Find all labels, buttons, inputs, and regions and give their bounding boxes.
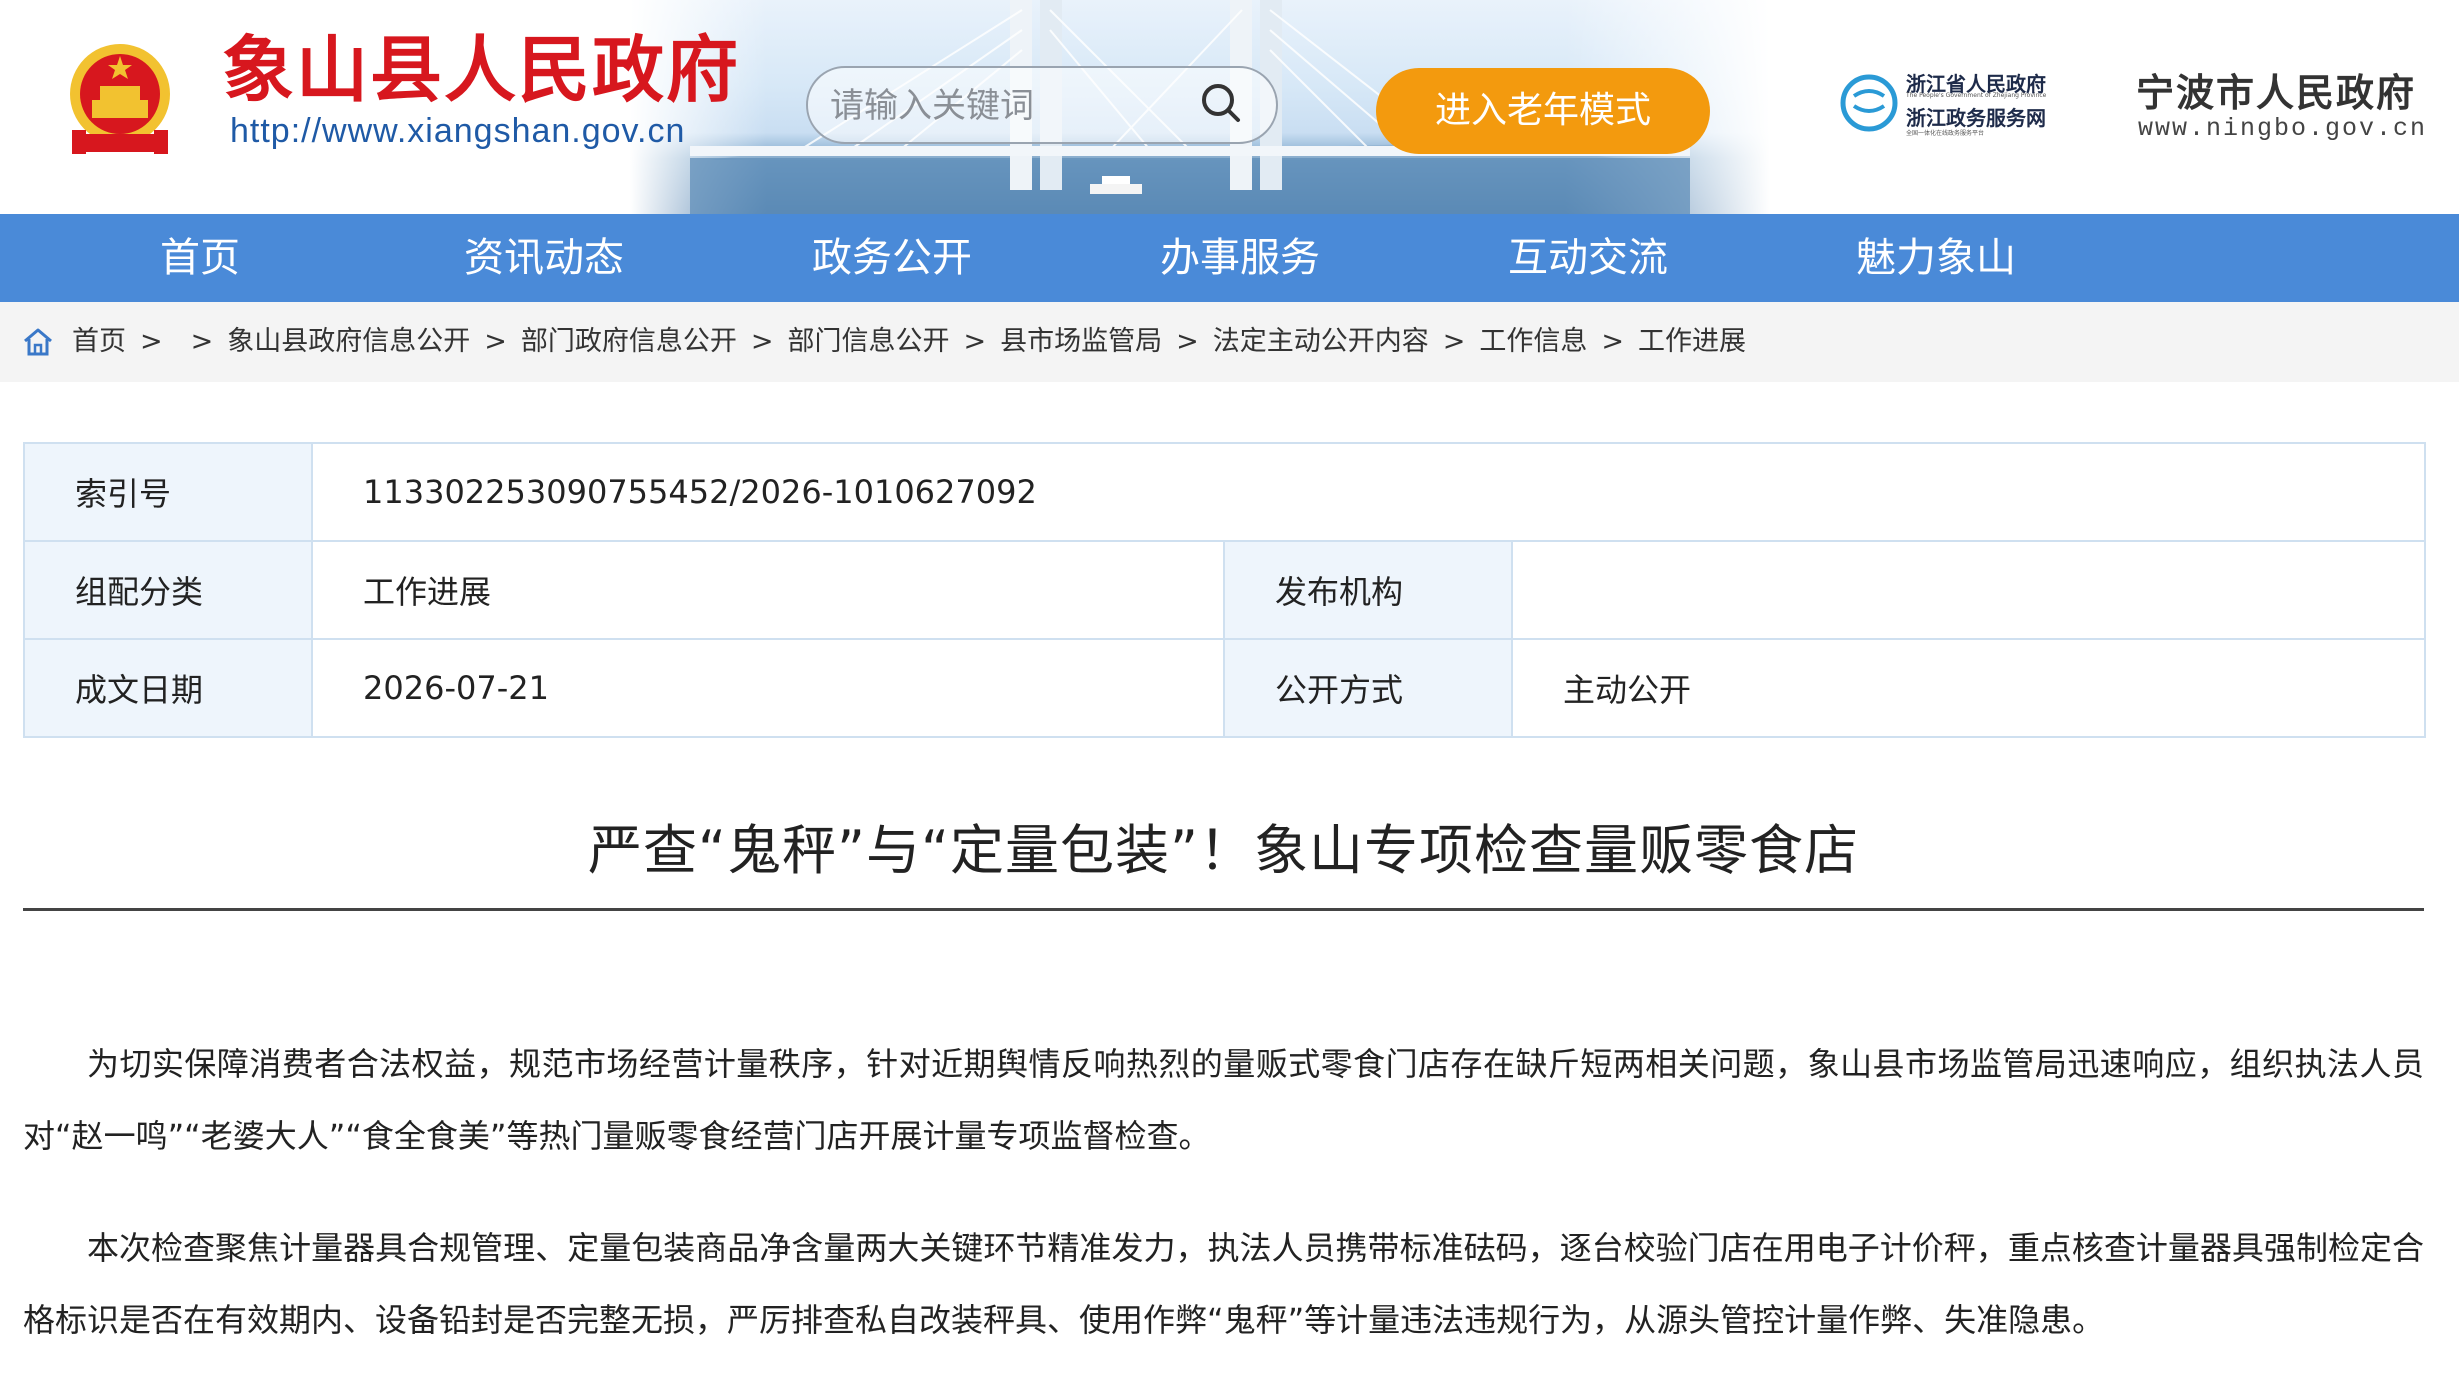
- disclosure-method-value: 主动公开: [1510, 638, 2427, 738]
- search-input[interactable]: [828, 78, 1192, 134]
- title-divider: [23, 908, 2424, 911]
- zhejiang-service-sub: 全国一体化在线政务服务平台: [1906, 130, 1985, 137]
- site-name[interactable]: 象山县人民政府: [222, 30, 740, 110]
- index-number-label: 索引号: [23, 442, 313, 542]
- breadcrumb-item-home[interactable]: 首页: [72, 326, 126, 357]
- ningbo-gov-name: 宁波市人民政府: [2136, 70, 2417, 115]
- article-title: 严查“鬼秤”与“定量包装”！象山专项检查量贩零食店: [588, 819, 1859, 882]
- breadcrumb-item-statutory-content[interactable]: 法定主动公开内容: [1213, 326, 1429, 357]
- breadcrumb-separator: >: [140, 326, 163, 357]
- search-icon[interactable]: [1192, 76, 1248, 132]
- publisher-label: 发布机构: [1223, 540, 1513, 640]
- breadcrumb-item-dept-info[interactable]: 部门信息公开: [788, 326, 950, 357]
- zhejiang-service-name: 浙江政务服务网: [1906, 106, 2046, 130]
- ningbo-gov-url: www.ningbo.gov.cn: [2138, 114, 2428, 143]
- document-meta-table: 索引号 113302253090755452/2026-1010627092 组…: [23, 442, 2427, 738]
- breadcrumb-item-dept-gov-info[interactable]: 部门政府信息公开: [521, 326, 737, 357]
- publisher-value: [1510, 540, 2427, 640]
- breadcrumb-separator: >: [190, 326, 214, 357]
- home-icon[interactable]: [22, 326, 54, 358]
- elder-mode-button[interactable]: 进入老年模式: [1376, 68, 1710, 154]
- table-row: 成文日期 2026-07-21 公开方式 主动公开: [23, 638, 2427, 738]
- disclosure-method-label: 公开方式: [1223, 638, 1513, 738]
- zhejiang-logo-icon: [1840, 74, 1898, 132]
- zhejiang-gov-link[interactable]: 浙江省人民政府 The People's Government of Zheji…: [1840, 66, 2060, 148]
- nav-item-news[interactable]: 资讯动态: [444, 214, 644, 302]
- breadcrumb: 首页 > > 象山县政府信息公开 > 部门政府信息公开 > 部门信息公开 > 县市场监管局 > 法定主…: [0, 302, 2459, 382]
- breadcrumb-separator: >: [1176, 326, 1199, 357]
- breadcrumb-item-work-progress[interactable]: 工作进展: [1638, 326, 1746, 357]
- table-row: 组配分类 工作进展 发布机构: [23, 540, 2427, 640]
- breadcrumb-separator: >: [1442, 326, 1466, 357]
- zhejiang-gov-english: The People's Government of Zhejiang Prov…: [1906, 92, 2047, 99]
- table-row: 索引号 113302253090755452/2026-1010627092: [23, 442, 2427, 542]
- search-box: [806, 66, 1278, 144]
- main-nav: 首页 资讯动态 政务公开 办事服务 互动交流 魅力象山: [0, 214, 2459, 302]
- date-label: 成文日期: [23, 638, 313, 738]
- ningbo-gov-link[interactable]: 宁波市人民政府 www.ningbo.gov.cn: [2136, 62, 2426, 152]
- nav-item-gov-affairs[interactable]: 政务公开: [792, 214, 992, 302]
- breadcrumb-separator: >: [484, 326, 507, 357]
- index-number-value: 113302253090755452/2026-1010627092: [310, 442, 2427, 542]
- nav-item-interaction[interactable]: 互动交流: [1488, 214, 1688, 302]
- nav-item-services[interactable]: 办事服务: [1140, 214, 1340, 302]
- category-label: 组配分类: [23, 540, 313, 640]
- breadcrumb-separator: >: [750, 326, 774, 357]
- breadcrumb-item-gov-info[interactable]: 象山县政府信息公开: [227, 326, 470, 357]
- article-paragraph: 为切实保障消费者合法权益，规范市场经营计量秩序，针对近期舆情反响热烈的量贩式零食…: [23, 1045, 2424, 1155]
- site-url[interactable]: http://www.xiangshan.gov.cn: [230, 112, 685, 151]
- category-value: 工作进展: [311, 540, 1225, 640]
- breadcrumb-separator: >: [963, 326, 987, 357]
- article-paragraph: 本次检查聚焦计量器具合规管理、定量包装商品净含量两大关键环节精准发力，执法人员携…: [23, 1229, 2424, 1339]
- breadcrumb-item-market-regulation[interactable]: 县市场监管局: [1000, 326, 1162, 357]
- breadcrumb-separator: >: [1601, 326, 1624, 357]
- national-emblem-icon: [70, 44, 170, 154]
- site-header: 象山县人民政府 http://www.xiangshan.gov.cn 进入老年…: [0, 0, 2459, 214]
- date-value: 2026-07-21: [311, 638, 1225, 738]
- nav-item-charm-xiangshan[interactable]: 魅力象山: [1836, 214, 2036, 302]
- breadcrumb-trail: 首页 > > 象山县政府信息公开 > 部门政府信息公开 > 部门信息公开 > 县市场监管局 > 法定主…: [72, 302, 1746, 382]
- breadcrumb-item-work-info[interactable]: 工作信息: [1479, 326, 1587, 357]
- nav-item-home[interactable]: 首页: [120, 214, 280, 302]
